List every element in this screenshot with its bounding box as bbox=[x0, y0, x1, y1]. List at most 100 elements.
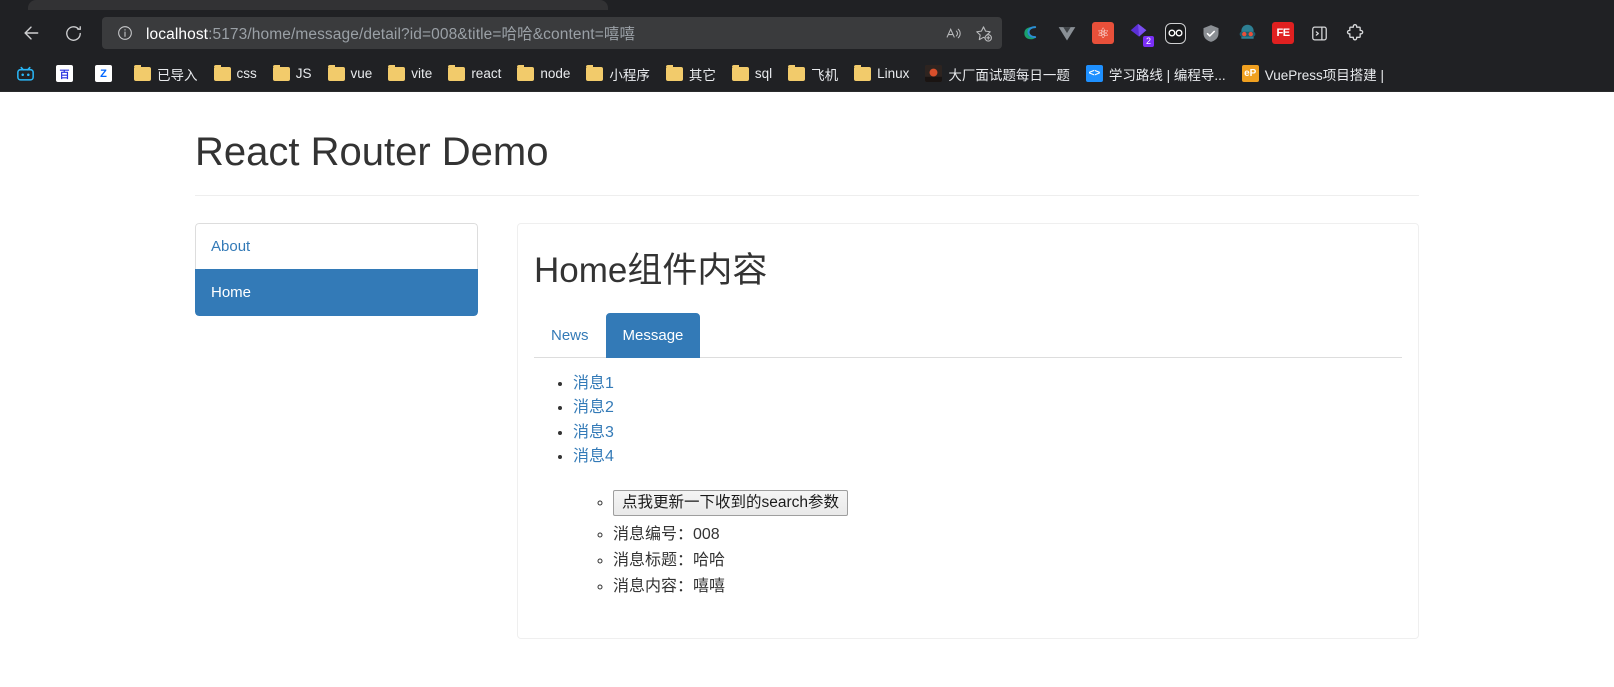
folder-icon bbox=[214, 65, 231, 82]
message-link-3[interactable]: 消息3 bbox=[573, 421, 614, 446]
tab-news[interactable]: News bbox=[534, 313, 606, 358]
bookmark-item[interactable]: 大厂面试题每日一题 bbox=[918, 60, 1077, 88]
zhihu-icon: Z bbox=[95, 65, 112, 82]
bookmark-label: 小程序 bbox=[609, 64, 650, 84]
bookmark-folder[interactable]: node bbox=[510, 61, 577, 86]
vimium-icon[interactable] bbox=[1016, 18, 1046, 48]
code-route-icon: <> bbox=[1086, 65, 1103, 82]
extension-toolbar: ⚛ 2 bbox=[1016, 18, 1370, 48]
header-divider bbox=[195, 195, 1419, 196]
bookmark-folder[interactable]: 已导入 bbox=[127, 60, 205, 88]
update-search-params-button[interactable]: 点我更新一下收到的search参数 bbox=[613, 490, 848, 516]
react-devtools-icon[interactable]: ⚛ bbox=[1088, 18, 1118, 48]
back-button[interactable] bbox=[14, 16, 48, 50]
bookmark-folder[interactable]: react bbox=[441, 61, 508, 86]
vue-devtools-icon[interactable] bbox=[1052, 18, 1082, 48]
list-item: 消息1 bbox=[573, 372, 1402, 397]
folder-icon bbox=[273, 65, 290, 82]
diagram-extension-icon[interactable]: 2 bbox=[1124, 18, 1154, 48]
bookmark-label: vue bbox=[351, 66, 373, 81]
bookmarks-bar: 百 Z 已导入 css JS vue vite react bbox=[0, 56, 1614, 92]
section-heading: Home组件内容 bbox=[534, 252, 1402, 291]
list-item: 消息3 bbox=[573, 421, 1402, 446]
bookmark-label: react bbox=[471, 66, 501, 81]
list-item: 消息4 bbox=[573, 445, 1402, 470]
bookmark-folder[interactable]: 小程序 bbox=[579, 60, 657, 88]
message-content-row: 消息内容：嘻嘻 bbox=[613, 574, 1402, 599]
folder-icon bbox=[586, 65, 603, 82]
bookmark-folder[interactable]: 飞机 bbox=[781, 60, 845, 88]
bookmark-folder[interactable]: sql bbox=[725, 61, 779, 86]
sidebar-toggle-icon[interactable] bbox=[1304, 18, 1334, 48]
bookmark-folder[interactable]: vue bbox=[321, 61, 380, 86]
folder-icon bbox=[134, 65, 151, 82]
message-list: 消息1 消息2 消息3 消息4 bbox=[534, 372, 1402, 470]
folder-icon bbox=[388, 65, 405, 82]
interview-site-icon bbox=[925, 65, 942, 82]
content-panel: Home组件内容 News Message 消息1 消息2 消息3 消息4 bbox=[517, 223, 1419, 639]
baidu-icon: 百 bbox=[56, 65, 73, 82]
extension-badge-count: 2 bbox=[1143, 36, 1154, 47]
site-info-icon[interactable] bbox=[112, 20, 138, 46]
bookmark-item[interactable]: Z bbox=[88, 61, 125, 86]
sidebar-column: About Home bbox=[195, 223, 478, 639]
folder-icon bbox=[448, 65, 465, 82]
tab-bar: News Message bbox=[534, 313, 1402, 358]
loom-icon[interactable] bbox=[1160, 18, 1190, 48]
bookmark-folder[interactable]: Linux bbox=[847, 61, 916, 86]
bookmark-folder[interactable]: css bbox=[207, 61, 264, 86]
bookmark-label: Linux bbox=[877, 66, 909, 81]
bookmark-label: node bbox=[540, 66, 570, 81]
url-text[interactable]: localhost:5173/home/message/detail?id=00… bbox=[138, 22, 938, 44]
address-bar[interactable]: localhost:5173/home/message/detail?id=00… bbox=[102, 17, 1002, 49]
browser-tab[interactable] bbox=[28, 0, 608, 10]
bookmark-label: css bbox=[237, 66, 257, 81]
folder-icon bbox=[666, 65, 683, 82]
message-detail-list: 点我更新一下收到的search参数 消息编号：008 消息标题：哈哈 消息内容：… bbox=[534, 490, 1402, 599]
vuepress-icon: eP bbox=[1242, 65, 1259, 82]
message-link-1[interactable]: 消息1 bbox=[573, 372, 614, 397]
bookmark-label: JS bbox=[296, 66, 312, 81]
tab-message[interactable]: Message bbox=[606, 313, 701, 358]
read-aloud-icon[interactable] bbox=[938, 19, 968, 47]
message-title-row: 消息标题：哈哈 bbox=[613, 548, 1402, 573]
bootstrap-container: React Router Demo About Home Home组件内容 Ne… bbox=[180, 92, 1434, 639]
fehelper-icon[interactable]: FE bbox=[1268, 18, 1298, 48]
page-header: React Router Demo bbox=[195, 92, 1419, 183]
bookmark-label: VuePress项目搭建 | bbox=[1265, 64, 1384, 84]
message-id-row: 消息编号：008 bbox=[613, 522, 1402, 547]
message-link-4[interactable]: 消息4 bbox=[573, 445, 614, 470]
message-link-2[interactable]: 消息2 bbox=[573, 396, 614, 421]
reload-button[interactable] bbox=[56, 16, 90, 50]
extensions-puzzle-icon[interactable] bbox=[1340, 18, 1370, 48]
tab-strip bbox=[0, 0, 1614, 10]
folder-icon bbox=[788, 65, 805, 82]
content-row: About Home Home组件内容 News Message 消息1 bbox=[195, 223, 1419, 639]
sidebar-item-about[interactable]: About bbox=[195, 223, 478, 269]
page-content: React Router Demo About Home Home组件内容 Ne… bbox=[0, 92, 1614, 687]
bookmark-label: 学习路线 | 编程导... bbox=[1109, 64, 1226, 84]
bookmark-label: vite bbox=[411, 66, 432, 81]
bookmark-item[interactable]: 百 bbox=[49, 61, 86, 86]
adguard-shield-icon[interactable] bbox=[1196, 18, 1226, 48]
browser-toolbar: localhost:5173/home/message/detail?id=00… bbox=[0, 10, 1614, 56]
folder-icon bbox=[517, 65, 534, 82]
bookmark-item[interactable] bbox=[10, 61, 47, 86]
bookmark-label: 已导入 bbox=[157, 64, 198, 84]
list-item: 点我更新一下收到的search参数 bbox=[613, 490, 1402, 516]
bookmark-folder[interactable]: vite bbox=[381, 61, 439, 86]
url-host: localhost bbox=[146, 26, 208, 43]
bookmark-item[interactable]: eP VuePress项目搭建 | bbox=[1235, 60, 1391, 88]
folder-icon bbox=[854, 65, 871, 82]
bookmark-folder[interactable]: 其它 bbox=[659, 60, 723, 88]
goggles-avatar-icon[interactable] bbox=[1232, 18, 1262, 48]
bookmark-item[interactable]: <> 学习路线 | 编程导... bbox=[1079, 60, 1233, 88]
bookmark-folder[interactable]: JS bbox=[266, 61, 319, 86]
main-column: Home组件内容 News Message 消息1 消息2 消息3 消息4 bbox=[517, 223, 1419, 639]
add-favorite-icon[interactable] bbox=[968, 19, 998, 47]
sidebar-item-home[interactable]: Home bbox=[195, 269, 478, 316]
nav-list-group: About Home bbox=[195, 223, 478, 316]
url-path: :5173/home/message/detail?id=008&title=哈… bbox=[208, 26, 635, 43]
folder-icon bbox=[328, 65, 345, 82]
page-title: React Router Demo bbox=[195, 130, 1419, 174]
